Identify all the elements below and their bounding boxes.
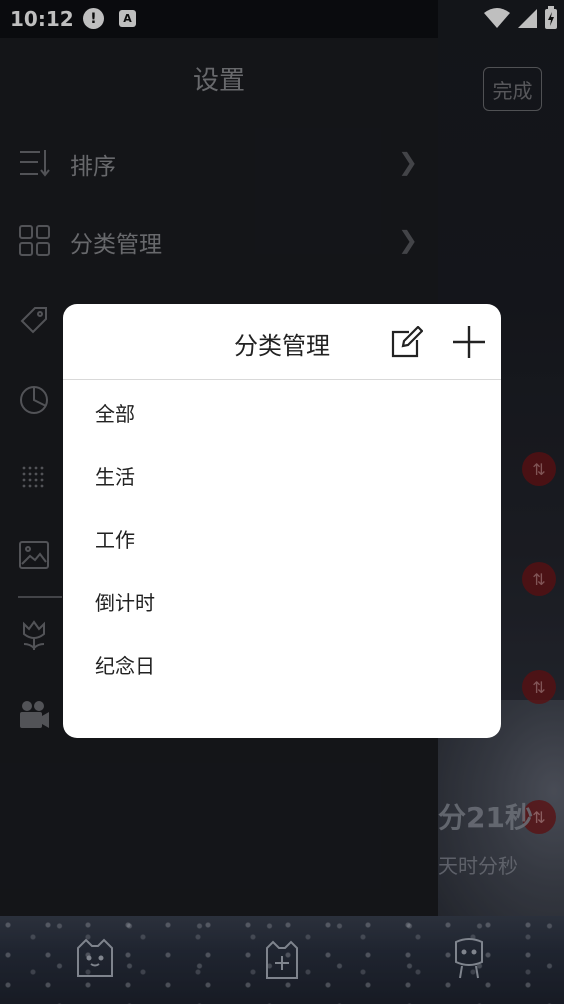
- category-item-work[interactable]: 工作: [63, 510, 501, 564]
- category-item-countdown[interactable]: 倒计时: [63, 573, 501, 627]
- category-management-dialog: 分类管理 全部 生活 工作 倒计时 纪念日: [63, 304, 501, 738]
- add-icon[interactable]: [451, 324, 487, 360]
- category-label: 纪念日: [95, 654, 155, 678]
- category-item-life[interactable]: 生活: [63, 447, 501, 501]
- category-label: 工作: [95, 528, 135, 552]
- edit-icon[interactable]: [389, 326, 423, 360]
- category-label: 生活: [95, 465, 135, 489]
- category-label: 全部: [95, 402, 135, 426]
- category-item-all[interactable]: 全部: [63, 384, 501, 438]
- category-label: 倒计时: [95, 591, 155, 615]
- dialog-title: 分类管理: [234, 332, 330, 360]
- category-item-anniversary[interactable]: 纪念日: [63, 636, 501, 690]
- divider: [63, 379, 501, 380]
